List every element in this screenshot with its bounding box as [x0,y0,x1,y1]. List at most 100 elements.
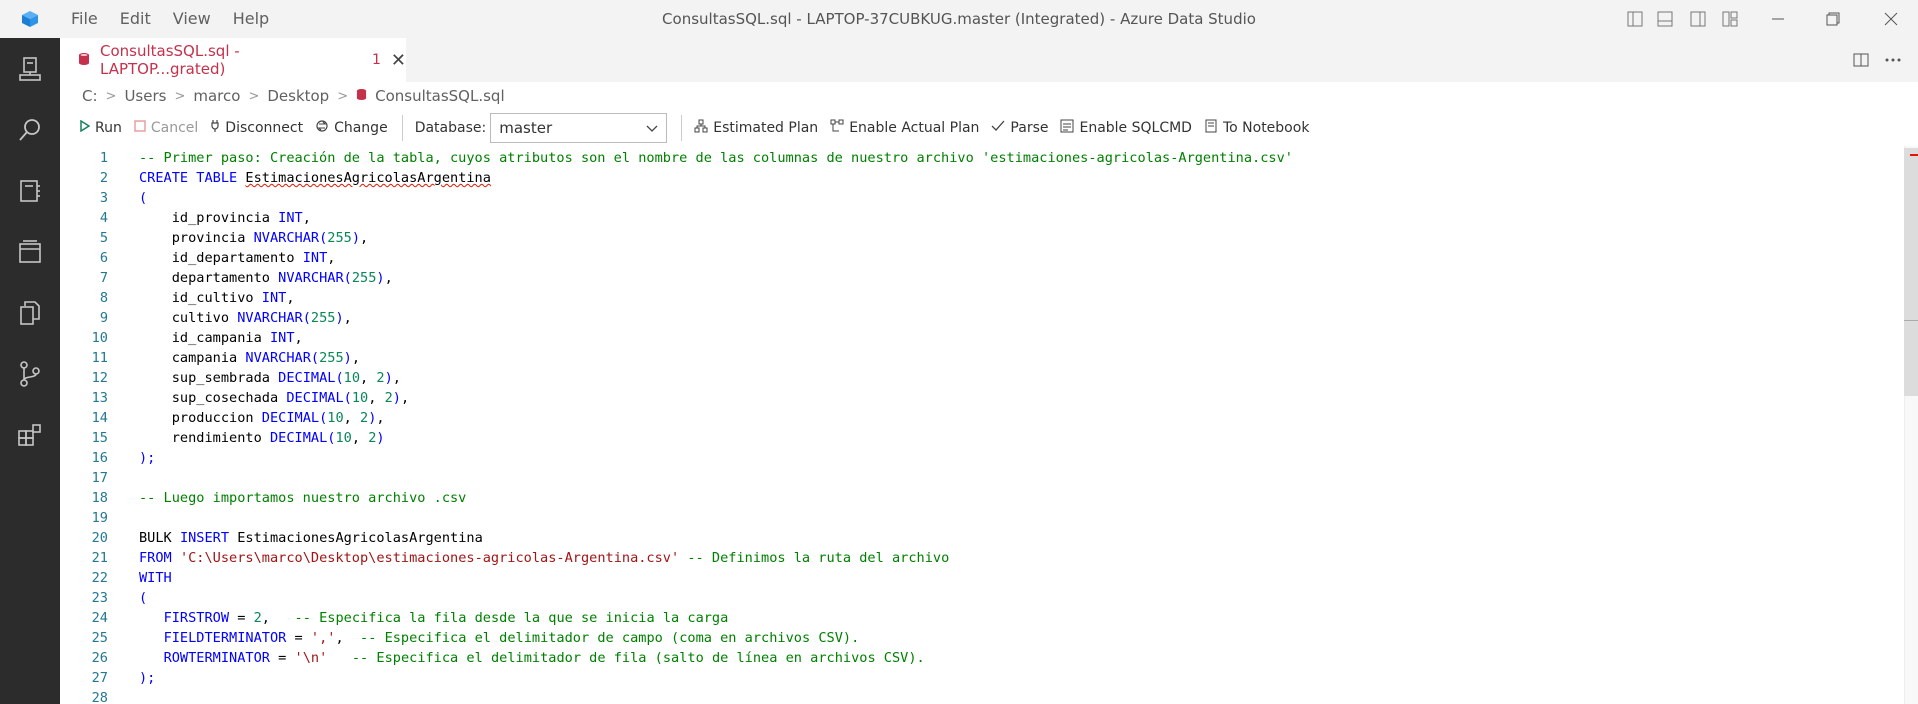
code-line: 19 [60,508,1900,528]
line-number: 6 [99,250,108,266]
line-number: 18 [91,490,108,506]
paren: ); [139,670,156,686]
column-name: id_departamento [171,250,295,266]
line-number: 12 [91,370,108,386]
run-label: Run [95,120,122,136]
column-name: sup_cosechada [171,390,279,406]
minimize-icon[interactable] [1755,0,1801,38]
chevron-right-icon: > [248,88,260,104]
tab-consultassql[interactable]: ConsultasSQL.sql - LAPTOP...grated) 1 ✕ [60,38,406,82]
breadcrumb-desktop[interactable]: Desktop [267,87,329,105]
parse-label: Parse [1010,120,1049,136]
explorer-icon[interactable] [0,221,60,282]
database-file-icon [78,51,90,70]
type-keyword: DECIMAL [278,370,336,386]
scrollbar-thumb[interactable] [1904,148,1918,396]
breadcrumb-users[interactable]: Users [124,87,166,105]
keyword: CREATE TABLE [139,170,238,186]
actual-plan-icon [830,119,844,137]
enable-sqlcmd-button[interactable]: Enable SQLCMD [1060,119,1192,137]
line-number: 23 [91,590,108,606]
to-notebook-label: To Notebook [1222,120,1310,136]
close-tab-icon[interactable]: ✕ [391,50,406,71]
menu-edit[interactable]: Edit [109,0,162,38]
parse-button[interactable]: Parse [991,120,1048,136]
line-number: 8 [99,290,108,306]
code-line: 20 BULK INSERT EstimacionesAgricolasArgen… [60,528,1900,548]
customize-layout-icon[interactable] [1707,0,1753,38]
type-keyword: DECIMAL [269,430,328,446]
plan-tree-icon [694,119,708,137]
menu-view[interactable]: View [162,0,222,38]
line-number: 10 [91,330,108,346]
comment: -- Especifica el delimitador de campo (c… [360,630,860,646]
code-line: 23 ( [60,588,1900,608]
close-window-icon[interactable] [1868,0,1914,38]
code-line: 24 FIRSTROW = 2, -- Especifica la fila d… [60,608,1900,628]
line-number: 2 [99,170,108,186]
disconnect-button[interactable]: Disconnect [210,119,303,137]
restore-icon[interactable] [1810,0,1856,38]
code-line: 7 departamento NVARCHAR(255), [60,268,1900,288]
table-name: EstimacionesAgricolasArgentina [245,170,491,186]
type-keyword: NVARCHAR [237,310,303,326]
source-control-icon[interactable] [0,343,60,404]
code-line: 2 CREATE TABLE EstimacionesAgricolasArgen… [60,168,1900,188]
estimated-plan-button[interactable]: Estimated Plan [694,119,818,137]
code-line: 1 -- Primer paso: Creación de la tabla, c… [60,148,1900,168]
type-keyword: NVARCHAR [253,230,320,246]
overview-ruler-line [1904,320,1918,321]
connections-icon[interactable] [0,38,60,99]
line-number: 26 [91,650,108,666]
column-name: departamento [171,270,270,286]
column-name: sup_sembrada [171,370,270,386]
cancel-button[interactable]: Cancel [134,120,198,136]
option-keyword: FIELDTERMINATOR [163,630,287,646]
plug-icon [210,119,220,137]
split-editor-icon[interactable] [1846,38,1876,82]
run-button[interactable]: Run [80,119,122,136]
option-keyword: ROWTERMINATOR [163,650,270,666]
breadcrumb-file[interactable]: ConsultasSQL.sql [375,87,505,105]
breadcrumb-marco[interactable]: marco [193,87,240,105]
code-line: 18 -- Luego importamos nuestro archivo .c… [60,488,1900,508]
chevron-right-icon: > [174,88,186,104]
database-value: master [499,119,553,137]
extensions-icon[interactable] [0,404,60,465]
database-select[interactable]: master [490,113,668,143]
menu-file[interactable]: File [60,0,109,38]
code-line: 6 id_departamento INT, [60,248,1900,268]
tab-title: ConsultasSQL.sql - LAPTOP...grated) [100,42,240,78]
keyword: BULK [139,530,172,546]
line-number: 24 [91,610,108,626]
column-name: id_campania [171,330,262,346]
line-number: 16 [91,450,108,466]
comment: -- Primer paso: Creación de la tabla, cu… [139,150,1293,166]
to-notebook-button[interactable]: To Notebook [1204,119,1309,137]
menu-help[interactable]: Help [222,0,280,38]
comment: -- Luego importamos nuestro archivo .csv [139,490,467,506]
breadcrumb-drive[interactable]: C: [82,87,98,105]
line-number: 9 [99,310,108,326]
code-line: 28 [60,688,1900,704]
string-literal: 'C:\Users\marco\Desktop\estimaciones-agr… [179,550,680,566]
notebooks-icon[interactable] [0,160,60,221]
files-icon[interactable] [0,282,60,343]
enable-actual-plan-button[interactable]: Enable Actual Plan [830,119,979,137]
search-icon[interactable] [0,99,60,160]
chevron-right-icon: > [337,88,349,104]
code-editor[interactable]: 1 -- Primer paso: Creación de la tabla, c… [60,146,1918,704]
enable-actual-plan-label: Enable Actual Plan [849,120,980,136]
code-line: 3( [60,188,1900,208]
database-label: Database: [414,120,487,136]
code-line: 22 WITH [60,568,1900,588]
keyword: FROM [139,550,172,566]
title-bar: File Edit View Help ConsultasSQL.sql - L… [0,0,1918,38]
paren: ( [139,190,148,206]
toolbar-divider [681,115,683,141]
change-connection-button[interactable]: Change [315,119,388,137]
comment: -- Definimos la ruta del archivo [687,550,950,566]
azure-data-studio-logo-icon [0,0,60,38]
breadcrumb: C: > Users > marco > Desktop > Consultas… [60,82,1918,110]
more-actions-icon[interactable] [1878,38,1908,82]
